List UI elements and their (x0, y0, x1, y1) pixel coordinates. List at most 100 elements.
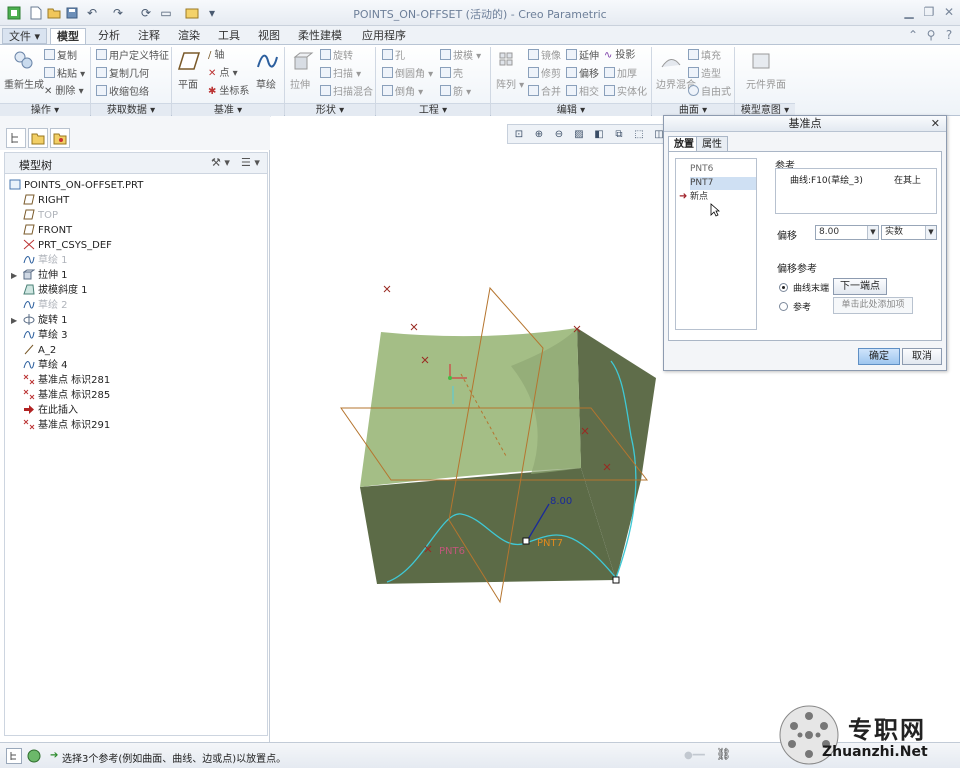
tree-item[interactable]: 草绘 1 (23, 253, 68, 268)
model-tree-tab-icon[interactable] (6, 128, 26, 148)
folder-browser-tab-icon[interactable] (28, 128, 48, 148)
tree-item[interactable]: FRONT (23, 223, 72, 238)
extrude-large-icon[interactable] (292, 51, 314, 73)
curve-end-label[interactable]: 曲线末端 (793, 281, 829, 294)
csys-button[interactable]: ✱ 坐标系 (208, 85, 249, 98)
rib-button[interactable]: 筋 ▾ (440, 85, 471, 99)
tab-annotate[interactable]: 注释 (132, 28, 166, 44)
curve-end-handle[interactable] (612, 576, 620, 584)
sketch-large-icon[interactable] (256, 51, 278, 73)
solidify-button[interactable]: 实体化 (604, 85, 647, 99)
intersect-button[interactable]: 相交 (566, 85, 599, 99)
reference-type[interactable]: 在其上 (894, 173, 921, 186)
component-interface-large-icon[interactable] (750, 51, 772, 73)
swept-blend-button[interactable]: 扫描混合 (320, 85, 373, 99)
tree-item[interactable]: TOP (23, 208, 58, 223)
tree-item[interactable]: 旋转 1 (23, 313, 68, 328)
sketch-button[interactable]: 草绘 (256, 79, 276, 92)
reference-radio-label[interactable]: 参考 (793, 300, 811, 313)
new-point-item[interactable]: 新点 (690, 191, 756, 204)
tab-properties[interactable]: 属性 (696, 136, 728, 152)
minimize-icon[interactable]: ▁ (898, 3, 920, 21)
group-engineering[interactable]: 工程 ▾ (376, 103, 490, 117)
point-list-item[interactable]: PNT6 (690, 163, 756, 176)
point-handle[interactable] (522, 537, 530, 545)
tree-settings-icon[interactable]: ⚒ ▾ (211, 156, 230, 169)
style-button[interactable]: 造型 (688, 67, 721, 81)
group-operations[interactable]: 操作 ▾ (0, 103, 90, 117)
datum-plane-large-icon[interactable] (177, 51, 201, 73)
point-list-item-selected[interactable]: PNT7 (690, 177, 756, 190)
pattern-large-icon[interactable] (498, 51, 520, 73)
extrude-button[interactable]: 拉伸 (290, 79, 310, 92)
tab-applications[interactable]: 应用程序 (356, 28, 412, 44)
trim-button[interactable]: 修剪 (528, 67, 561, 81)
merge-button[interactable]: 合并 (528, 85, 561, 99)
round-button[interactable]: 倒圆角 ▾ (382, 67, 433, 81)
draft-button[interactable]: 拔模 ▾ (440, 49, 481, 63)
boundary-blend-large-icon[interactable] (660, 51, 682, 73)
tab-file[interactable]: 文件 ▾ (2, 28, 48, 44)
tree-root-item[interactable]: POINTS_ON-OFFSET.PRT (9, 178, 143, 193)
offset-dimension-label[interactable]: 8.00 (550, 496, 572, 507)
tree-item[interactable]: 基准点 标识285 (23, 388, 110, 403)
tree-item[interactable]: PRT_CSYS_DEF (23, 238, 112, 253)
boundary-blend-button[interactable]: 边界混合 (656, 79, 696, 92)
point-button[interactable]: ✕ 点 ▾ (208, 67, 238, 80)
copy-button[interactable]: 复制 (44, 49, 77, 63)
tree-item[interactable]: 拔模斜度 1 (23, 283, 88, 298)
plane-button[interactable]: 平面 (178, 79, 198, 92)
tree-item[interactable]: RIGHT (23, 193, 69, 208)
component-interface-button[interactable]: 元件界面 (746, 79, 786, 92)
dialog-close-icon[interactable]: ✕ (931, 117, 940, 130)
hole-button[interactable]: 孔 (382, 49, 405, 63)
close-icon[interactable]: ✕ (938, 3, 960, 21)
paste-button[interactable]: 粘贴 ▾ (44, 67, 85, 81)
mirror-button[interactable]: 镜像 (528, 49, 561, 63)
offset-button[interactable]: 偏移 (566, 67, 599, 81)
tree-item[interactable]: 在此插入 (23, 403, 78, 418)
browser-icon[interactable] (26, 748, 42, 764)
extend-button[interactable]: 延伸 (566, 49, 599, 63)
help-icon[interactable]: ? (938, 26, 960, 44)
sweep-button[interactable]: 扫描 ▾ (320, 67, 361, 81)
tab-render[interactable]: 渲染 (172, 28, 206, 44)
tab-view[interactable]: 视图 (252, 28, 286, 44)
favorites-tab-icon[interactable] (50, 128, 70, 148)
thicken-button[interactable]: 加厚 (604, 67, 637, 81)
pattern-button[interactable]: 阵列 ▾ (496, 79, 524, 92)
tree-item[interactable]: 基准点 标识281 (23, 373, 110, 388)
show-navigator-icon[interactable] (6, 748, 22, 764)
fill-button[interactable]: 填充 (688, 49, 721, 63)
axis-button[interactable]: / 轴 (208, 49, 224, 62)
tree-show-icon[interactable]: ☰ ▾ (241, 156, 260, 169)
udf-button[interactable]: 用户定义特征 (96, 49, 169, 63)
chevron-down-icon[interactable]: ▼ (925, 226, 936, 239)
tree-item[interactable]: 草绘 2 (23, 298, 68, 313)
reference-radio[interactable] (779, 302, 788, 311)
tab-flexible-modeling[interactable]: 柔性建模 (292, 28, 348, 44)
reference-item[interactable]: 曲线:F10(草绘_3) (790, 173, 863, 186)
tree-item[interactable]: 草绘 4 (23, 358, 68, 373)
tab-analysis[interactable]: 分析 (92, 28, 126, 44)
ok-button[interactable]: 确定 (858, 348, 900, 365)
project-button[interactable]: ∿ 投影 (604, 49, 635, 62)
tree-item[interactable]: 拉伸 1 (22, 268, 68, 283)
tree-item[interactable]: 草绘 3 (23, 328, 68, 343)
point-list[interactable]: PNT6 PNT7 ➜ 新点 (675, 158, 757, 330)
revolve-button[interactable]: 旋转 (320, 49, 353, 63)
cancel-button[interactable]: 取消 (902, 348, 942, 365)
add-item-collector[interactable]: 单击此处添加项 (833, 297, 913, 314)
group-shapes[interactable]: 形状 ▾ (285, 103, 375, 117)
group-editing[interactable]: 编辑 ▾ (491, 103, 651, 117)
expand-arrow-icon[interactable]: ▶ (11, 316, 17, 325)
group-get-data[interactable]: 获取数据 ▾ (91, 103, 171, 117)
freestyle-button[interactable]: 自由式 (688, 85, 731, 99)
shrinkwrap-button[interactable]: 收缩包络 (96, 85, 149, 99)
tab-model[interactable]: 模型 (50, 28, 86, 44)
next-endpoint-button[interactable]: 下一端点 (833, 278, 887, 295)
curve-end-radio[interactable] (779, 283, 788, 292)
offset-type-select[interactable]: 实数 ▼ (881, 225, 937, 240)
offset-value-field[interactable]: 8.00 ▼ (815, 225, 879, 240)
copy-geometry-button[interactable]: 复制几何 (96, 67, 149, 81)
